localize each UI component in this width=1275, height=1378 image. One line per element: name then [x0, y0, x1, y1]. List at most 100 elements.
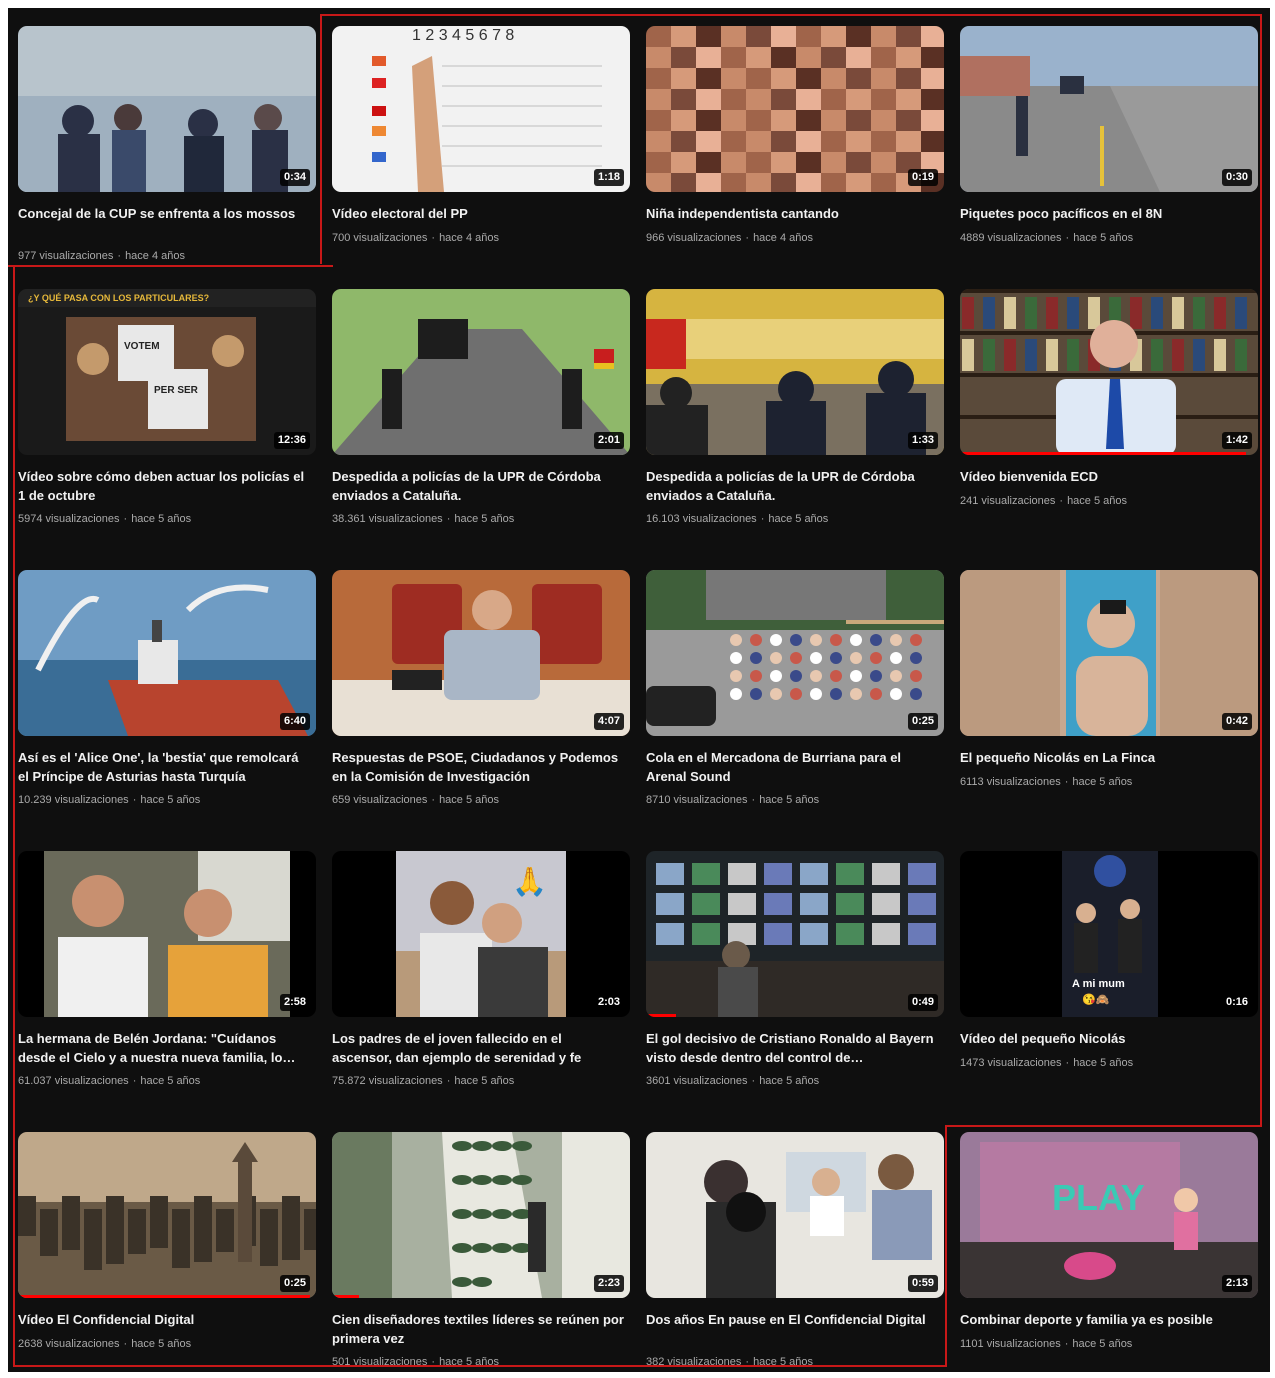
watch-progress-bar	[332, 1295, 359, 1298]
thumbnail-image	[960, 570, 1258, 736]
video-title[interactable]: Respuestas de PSOE, Ciudadanos y Podemos…	[332, 748, 624, 786]
video-meta: 966 visualizaciones · hace 4 años	[646, 231, 938, 245]
video-card[interactable]: 2:58 La hermana de Belén Jordana: "Cuídan…	[18, 851, 318, 1121]
video-card[interactable]: 🙏 2:03 Los padres de el joven fallecido en…	[332, 851, 632, 1121]
video-thumbnail[interactable]: 1 2 3 4 5 6 7 8 1:18	[332, 26, 630, 192]
video-title[interactable]: Cien diseñadores textiles líderes se reú…	[332, 1310, 624, 1348]
video-thumbnail[interactable]: ¿Y QUÉ PASA CON LOS PARTICULARES? VOTEM …	[18, 289, 316, 455]
thumbnail-image: A mi mum 😘🙈	[960, 851, 1258, 1017]
meta-separator: ·	[446, 513, 451, 525]
video-thumbnail[interactable]: 2:01	[332, 289, 630, 455]
video-card[interactable]: 0:30 Piquetes poco pacíficos en el 8N 4889…	[960, 26, 1260, 296]
video-meta: 977 visualizaciones · hace 4 años	[18, 249, 310, 263]
video-thumbnail[interactable]: 2:23	[332, 1132, 630, 1298]
video-card[interactable]: PLAY 2:13 Combinar deporte y familia ya e…	[960, 1132, 1260, 1372]
video-thumbnail[interactable]: 🙏 2:03	[332, 851, 630, 1017]
video-title[interactable]: Vídeo electoral del PP	[332, 204, 624, 223]
video-thumbnail[interactable]: 0:30	[960, 26, 1258, 192]
duration-badge: 1:18	[593, 169, 624, 186]
video-title[interactable]: El gol decisivo de Cristiano Ronaldo al …	[646, 1029, 938, 1067]
video-thumbnail[interactable]: 0:42	[960, 570, 1258, 736]
video-title[interactable]: Piquetes poco pacíficos en el 8N	[960, 204, 1252, 223]
video-title[interactable]: Así es el 'Alice One', la 'bestia' que r…	[18, 748, 310, 786]
video-thumbnail[interactable]: A mi mum 😘🙈 0:16	[960, 851, 1258, 1017]
video-title[interactable]: Vídeo El Confidencial Digital	[18, 1310, 310, 1329]
video-title[interactable]: Despedida a policías de la UPR de Córdob…	[332, 467, 624, 505]
duration-badge: 0:16	[1221, 994, 1252, 1011]
duration-badge: 1:33	[907, 432, 938, 449]
video-title[interactable]: La hermana de Belén Jordana: "Cuídanos d…	[18, 1029, 310, 1067]
video-card[interactable]: 4:07 Respuestas de PSOE, Ciudadanos y Pod…	[332, 570, 632, 840]
view-count: 241 visualizaciones	[960, 495, 1056, 507]
thumbnail-image	[960, 26, 1258, 192]
video-title[interactable]: Vídeo sobre cómo deben actuar los policí…	[18, 467, 310, 505]
duration-badge: 0:49	[907, 994, 938, 1011]
video-card[interactable]: 0:42 El pequeño Nicolás en La Finca 6113 v…	[960, 570, 1260, 840]
video-title[interactable]: Niña independentista cantando	[646, 204, 938, 223]
video-thumbnail[interactable]: 0:25	[18, 1132, 316, 1298]
video-thumbnail[interactable]: 6:40	[18, 570, 316, 736]
svg-text:A mi mum: A mi mum	[1072, 978, 1125, 990]
svg-text:PLAY: PLAY	[1052, 1177, 1145, 1218]
upload-age: hace 5 años	[1067, 495, 1127, 507]
view-count: 38.361 visualizaciones	[332, 513, 443, 525]
svg-text:VOTEM: VOTEM	[124, 341, 160, 352]
thumbnail-image	[18, 570, 316, 736]
video-thumbnail[interactable]: 1:33	[646, 289, 944, 455]
video-thumbnail[interactable]: 2:58	[18, 851, 316, 1017]
video-title[interactable]: Los padres de el joven fallecido en el a…	[332, 1029, 624, 1067]
video-thumbnail[interactable]: PLAY 2:13	[960, 1132, 1258, 1298]
upload-age: hace 5 años	[1073, 1057, 1134, 1069]
video-meta: 6113 visualizaciones · hace 5 años	[960, 775, 1252, 789]
video-title[interactable]: Combinar deporte y familia ya es posible	[960, 1310, 1252, 1329]
upload-age: hace 5 años	[140, 794, 201, 806]
meta-separator: ·	[431, 794, 436, 806]
meta-separator: ·	[123, 513, 128, 525]
duration-badge: 2:58	[279, 994, 310, 1011]
meta-separator: ·	[745, 232, 750, 244]
video-meta: 16.103 visualizaciones · hace 5 años	[646, 512, 938, 526]
video-card[interactable]: 0:59 Dos años En pause en El Confidencial…	[646, 1132, 946, 1372]
video-meta: 700 visualizaciones · hace 4 años	[332, 231, 624, 245]
video-title[interactable]: Cola en el Mercadona de Burriana para el…	[646, 748, 938, 786]
video-title[interactable]: Despedida a policías de la UPR de Córdob…	[646, 467, 938, 505]
video-card[interactable]: 0:25 Cola en el Mercadona de Burriana par…	[646, 570, 946, 840]
video-thumbnail[interactable]: 0:19	[646, 26, 944, 192]
video-thumbnail[interactable]: 0:59	[646, 1132, 944, 1298]
meta-separator: ·	[132, 794, 137, 806]
video-card[interactable]: 2:23 Cien diseñadores textiles líderes se…	[332, 1132, 632, 1372]
meta-separator: ·	[1059, 495, 1064, 507]
video-card[interactable]: ¿Y QUÉ PASA CON LOS PARTICULARES? VOTEM …	[18, 289, 318, 559]
video-card[interactable]: 1 2 3 4 5 6 7 8 1:18 Vídeo electoral del …	[332, 26, 632, 296]
video-thumbnail[interactable]: 1:42	[960, 289, 1258, 455]
video-card[interactable]: 2:01 Despedida a policías de la UPR de Có…	[332, 289, 632, 559]
video-card[interactable]: 0:34 Concejal de la CUP se enfrenta a los…	[18, 26, 318, 296]
video-card[interactable]: 1:42 Vídeo bienvenida ECD 241 visualizacio…	[960, 289, 1260, 559]
duration-badge: 0:19	[907, 169, 938, 186]
thumbnail-image	[332, 289, 630, 455]
video-thumbnail[interactable]: 0:34	[18, 26, 316, 192]
video-title[interactable]: Dos años En pause en El Confidencial Dig…	[646, 1310, 938, 1329]
video-card[interactable]: 6:40 Así es el 'Alice One', la 'bestia' q…	[18, 570, 318, 840]
meta-separator: ·	[117, 250, 122, 262]
video-card[interactable]: A mi mum 😘🙈 0:16 Vídeo del pequeño Nicolás…	[960, 851, 1260, 1121]
watch-progress-bar	[960, 452, 1247, 455]
annotation-line	[13, 265, 15, 1367]
video-thumbnail[interactable]: 0:25	[646, 570, 944, 736]
video-card[interactable]: 1:33 Despedida a policías de la UPR de Có…	[646, 289, 946, 559]
meta-separator: ·	[1065, 232, 1070, 244]
video-card[interactable]: 0:19 Niña independentista cantando 966 vis…	[646, 26, 946, 296]
annotation-line	[320, 14, 322, 264]
video-card[interactable]: 0:25 Vídeo El Confidencial Digital 2638 vi…	[18, 1132, 318, 1372]
video-meta: 4889 visualizaciones · hace 5 años	[960, 231, 1252, 245]
video-title[interactable]: El pequeño Nicolás en La Finca	[960, 748, 1252, 767]
video-title[interactable]: Vídeo del pequeño Nicolás	[960, 1029, 1252, 1048]
thumbnail-image	[332, 1132, 630, 1298]
view-count: 6113 visualizaciones	[960, 776, 1061, 788]
thumbnail-image	[646, 851, 944, 1017]
video-thumbnail[interactable]: 0:49	[646, 851, 944, 1017]
video-title[interactable]: Concejal de la CUP se enfrenta a los mos…	[18, 204, 310, 223]
video-card[interactable]: 0:49 El gol decisivo de Cristiano Ronaldo…	[646, 851, 946, 1121]
video-thumbnail[interactable]: 4:07	[332, 570, 630, 736]
video-title[interactable]: Vídeo bienvenida ECD	[960, 467, 1252, 486]
